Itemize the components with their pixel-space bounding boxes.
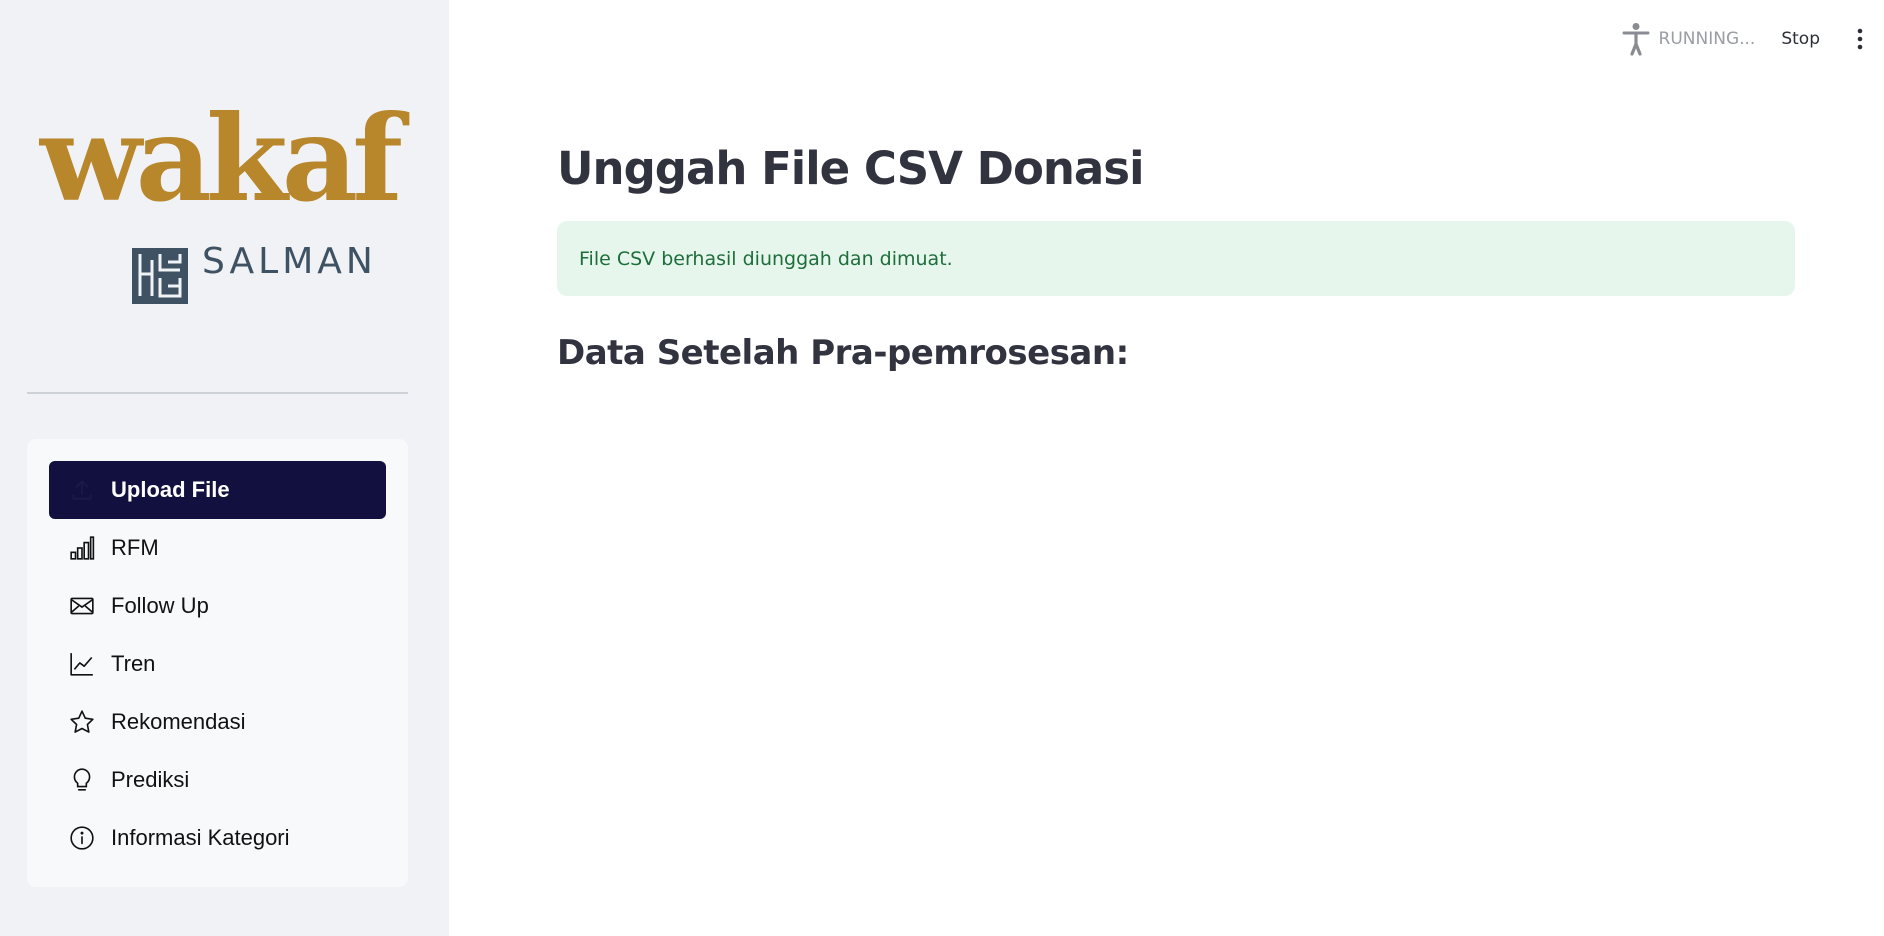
stop-button[interactable]: Stop <box>1781 29 1820 49</box>
nav-item-label: Informasi Kategori <box>111 825 290 850</box>
nav-item-follow-up[interactable]: Follow Up <box>49 577 386 635</box>
info-icon <box>69 825 95 851</box>
sidebar-divider <box>27 392 408 394</box>
nav-item-label: Tren <box>111 651 156 676</box>
nav-item-rekomendasi[interactable]: Rekomendasi <box>49 693 386 751</box>
nav-item-informasi-kategori[interactable]: Informasi Kategori <box>49 809 386 867</box>
lightbulb-icon <box>69 767 95 793</box>
logo-subtext: SALMAN <box>202 241 377 282</box>
running-person-icon <box>1622 23 1650 56</box>
header-toolbar: RUNNING... Stop <box>1621 20 1884 58</box>
page-title: Unggah File CSV Donasi <box>557 142 1144 195</box>
kebab-menu-icon[interactable] <box>1854 27 1866 51</box>
nav-item-label: RFM <box>111 535 159 560</box>
nav-item-label: Follow Up <box>111 593 209 618</box>
nav-item-label: Prediksi <box>111 767 190 792</box>
nav-item-label: Upload File <box>111 477 230 502</box>
nav-item-rfm[interactable]: RFM <box>49 519 386 577</box>
line-chart-icon <box>69 651 95 677</box>
nav-item-upload-file[interactable]: Upload File <box>49 461 386 519</box>
upload-icon <box>69 477 95 503</box>
bar-chart-icon <box>69 535 95 561</box>
success-alert: File CSV berhasil diunggah dan dimuat. <box>557 221 1795 296</box>
app-window: wakaf SALMAN Upload File RFM Follow Up T… <box>0 0 1884 936</box>
wakaf-salman-logo: wakaf SALMAN <box>36 89 403 315</box>
sidebar-nav: Upload File RFM Follow Up Tren Rekomenda… <box>27 439 408 887</box>
nav-item-tren[interactable]: Tren <box>49 635 386 693</box>
section-subtitle: Data Setelah Pra-pemrosesan: <box>557 333 1129 373</box>
sidebar: wakaf SALMAN Upload File RFM Follow Up T… <box>0 0 449 936</box>
logo-wordmark: wakaf <box>40 89 403 228</box>
nav-item-prediksi[interactable]: Prediksi <box>49 751 386 809</box>
envelope-icon <box>69 593 95 619</box>
nav-item-label: Rekomendasi <box>111 709 246 734</box>
success-alert-text: File CSV berhasil diunggah dan dimuat. <box>579 247 953 270</box>
running-status: RUNNING... <box>1658 29 1756 49</box>
star-icon <box>69 709 95 735</box>
logo-emblem-icon <box>132 248 188 304</box>
